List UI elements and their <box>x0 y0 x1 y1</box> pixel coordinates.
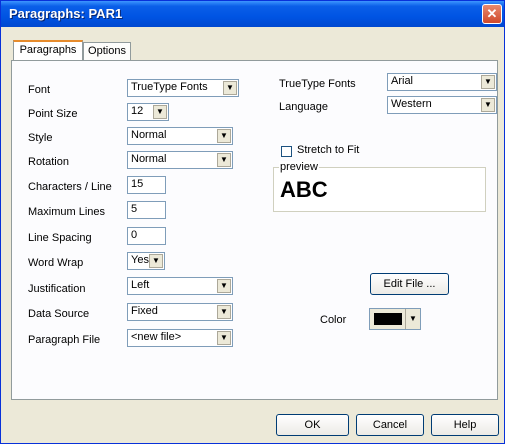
font-select[interactable]: TrueType Fonts ▼ <box>127 79 239 97</box>
paragraph-file-select[interactable]: <new file> ▼ <box>127 329 233 347</box>
max-lines-label: Maximum Lines <box>28 206 106 218</box>
chevron-down-icon[interactable]: ▼ <box>149 254 163 268</box>
line-spacing-label: Line Spacing <box>28 232 92 244</box>
chars-per-line-input[interactable]: 15 <box>127 176 166 194</box>
max-lines-input[interactable]: 5 <box>127 201 166 219</box>
language-value: Western <box>391 98 432 110</box>
truetype-font-select[interactable]: Arial ▼ <box>387 73 497 91</box>
close-button[interactable]: ✕ <box>482 4 502 24</box>
stretch-to-fit-checkbox[interactable] <box>281 146 292 157</box>
word-wrap-select[interactable]: Yes ▼ <box>127 252 165 270</box>
point-size-value: 12 <box>131 105 144 117</box>
rotation-value: Normal <box>131 153 167 165</box>
chevron-down-icon[interactable]: ▼ <box>223 81 237 95</box>
chevron-down-icon[interactable]: ▼ <box>481 98 495 112</box>
ok-button[interactable]: OK <box>276 414 349 436</box>
color-picker-button[interactable]: ▼ <box>369 308 421 330</box>
style-value: Normal <box>131 129 167 141</box>
chevron-down-icon[interactable]: ▼ <box>217 153 231 167</box>
data-source-select[interactable]: Fixed ▼ <box>127 303 233 321</box>
color-swatch <box>374 313 402 325</box>
button-bar: OK Cancel Help <box>1 408 504 443</box>
tab-options[interactable]: Options <box>83 42 131 61</box>
paragraph-file-label: Paragraph File <box>28 334 101 346</box>
chevron-down-icon[interactable]: ▼ <box>153 105 167 119</box>
justification-select[interactable]: Left ▼ <box>127 277 233 295</box>
paragraph-file-value: <new file> <box>131 331 182 343</box>
chevron-down-icon[interactable]: ▼ <box>405 309 420 329</box>
word-wrap-value: Yes <box>131 254 149 266</box>
stretch-to-fit-label: Stretch to Fit <box>297 144 360 156</box>
truetype-fonts-label: TrueType Fonts <box>279 78 356 90</box>
data-source-value: Fixed <box>131 305 158 317</box>
style-label: Style <box>28 132 53 144</box>
cancel-button[interactable]: Cancel <box>356 414 424 436</box>
help-button[interactable]: Help <box>431 414 499 436</box>
chevron-down-icon[interactable]: ▼ <box>217 331 231 345</box>
chevron-down-icon[interactable]: ▼ <box>481 75 495 89</box>
truetype-font-value: Arial <box>391 75 414 87</box>
edit-file-button[interactable]: Edit File ... <box>370 273 449 295</box>
window-title: Paragraphs: PAR1 <box>9 6 123 21</box>
preview-legend: preview <box>279 161 319 173</box>
paragraphs-dialog: Paragraphs: PAR1 ✕ Paragraphs Options Fo… <box>0 0 505 444</box>
font-select-value: TrueType Fonts <box>131 81 208 93</box>
chevron-down-icon[interactable]: ▼ <box>217 305 231 319</box>
close-icon: ✕ <box>486 6 498 21</box>
language-label: Language <box>279 101 328 113</box>
tab-options-label: Options <box>88 45 126 57</box>
data-source-label: Data Source <box>28 308 90 320</box>
language-select[interactable]: Western ▼ <box>387 96 497 114</box>
chevron-down-icon[interactable]: ▼ <box>217 129 231 143</box>
title-bar[interactable]: Paragraphs: PAR1 ✕ <box>1 1 504 27</box>
paragraphs-panel: Font Point Size Style Rotation Character… <box>11 60 498 400</box>
font-label: Font <box>28 84 51 96</box>
preview-text: ABC <box>280 177 328 202</box>
tab-paragraphs[interactable]: Paragraphs <box>13 40 83 61</box>
word-wrap-label: Word Wrap <box>28 257 84 269</box>
rotation-label: Rotation <box>28 156 69 168</box>
point-size-select[interactable]: 12 ▼ <box>127 103 169 121</box>
tab-paragraphs-label: Paragraphs <box>19 44 77 56</box>
justification-value: Left <box>131 279 150 291</box>
point-size-label: Point Size <box>28 108 78 120</box>
chars-per-line-label: Characters / Line <box>28 181 112 193</box>
style-select[interactable]: Normal ▼ <box>127 127 233 145</box>
color-label: Color <box>320 314 347 326</box>
rotation-select[interactable]: Normal ▼ <box>127 151 233 169</box>
justification-label: Justification <box>28 283 86 295</box>
chevron-down-icon[interactable]: ▼ <box>217 279 231 293</box>
line-spacing-input[interactable]: 0 <box>127 227 166 245</box>
preview-box: preview ABC <box>273 161 486 212</box>
